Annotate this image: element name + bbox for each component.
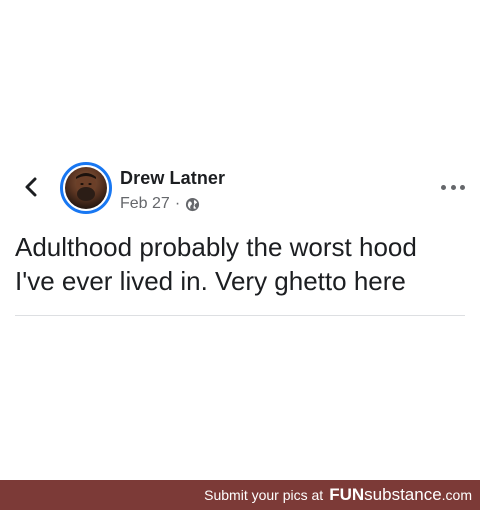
brand-light: substance: [364, 485, 442, 504]
more-horizontal-icon: [460, 184, 465, 190]
more-horizontal-icon: [450, 184, 456, 190]
meta-separator: ·: [174, 195, 181, 212]
brand-logo: FUN substance .com: [329, 485, 472, 505]
avatar-photo: [65, 167, 107, 209]
post-text: Adulthood probably the worst hood I've e…: [15, 232, 417, 296]
divider: [15, 315, 465, 316]
watermark-banner: Submit your pics at FUN substance .com: [0, 480, 480, 510]
chevron-left-icon: [25, 177, 37, 197]
brand-tld: .com: [441, 487, 472, 503]
back-button[interactable]: [18, 174, 44, 200]
avatar[interactable]: [60, 162, 112, 214]
more-horizontal-icon: [441, 184, 446, 190]
globe-icon: [185, 197, 200, 212]
brand-bold: FUN: [329, 485, 365, 504]
watermark-cta: Submit your pics at: [204, 487, 324, 503]
post-meta: Feb 27 ·: [120, 195, 200, 213]
post-card: Drew Latner Feb 27 · Adulthood probably …: [0, 0, 480, 480]
post-date[interactable]: Feb 27: [120, 195, 170, 213]
author-name[interactable]: Drew Latner: [120, 168, 225, 189]
more-options-button[interactable]: [441, 180, 465, 194]
